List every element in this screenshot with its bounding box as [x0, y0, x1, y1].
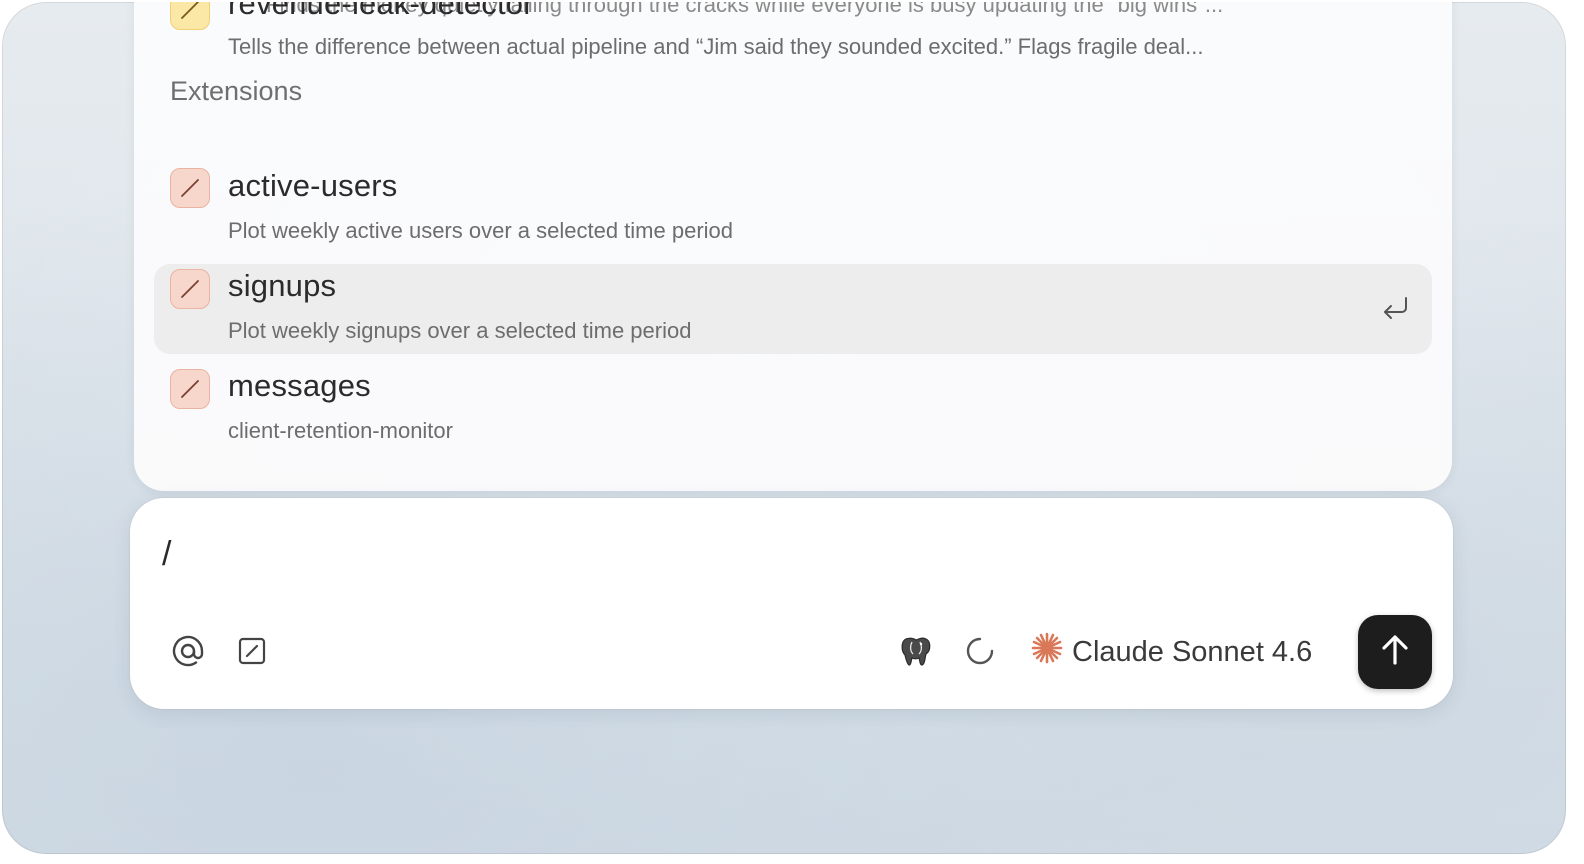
command-item-description: client-retention-monitor — [228, 418, 453, 443]
command-item-revenue-leak-detector[interactable]: revenue-leak-detector Tells the differen… — [154, 2, 1432, 82]
command-item-active-users[interactable]: active-users Plot weekly active users ov… — [154, 164, 1432, 254]
model-selector[interactable]: Claude Sonnet 4.6 — [1030, 632, 1312, 672]
claude-asterisk-icon — [1030, 631, 1064, 673]
command-item-description: Plot weekly signups over a selected time… — [228, 318, 692, 343]
command-palette: Finds the money quietly falling through … — [134, 2, 1452, 491]
app-window: Finds the money quietly falling through … — [2, 2, 1566, 854]
message-composer: Claude Sonnet 4.6 — [130, 498, 1453, 709]
slash-command-icon — [170, 2, 210, 30]
slash-command-icon — [170, 369, 210, 409]
model-name: Claude Sonnet 4.6 — [1072, 635, 1313, 668]
command-item-description: Plot weekly active users over a selected… — [228, 218, 734, 243]
command-item-title: revenue-leak-detector — [228, 2, 534, 21]
command-item-title: messages — [228, 368, 371, 403]
loading-spinner-icon[interactable] — [960, 631, 1000, 671]
at-mention-icon[interactable] — [168, 631, 208, 671]
postgres-elephant-icon[interactable] — [896, 631, 936, 671]
command-item-signups[interactable]: signups Plot weekly signups over a selec… — [154, 264, 1432, 354]
slash-command-icon — [170, 168, 210, 208]
command-item-title: signups — [228, 268, 337, 303]
command-item-description: Tells the difference between actual pipe… — [228, 34, 1204, 59]
arrow-up-icon — [1378, 633, 1412, 672]
command-item-messages[interactable]: messages client-retention-monitor — [154, 364, 1432, 454]
command-item-title: active-users — [228, 168, 398, 203]
send-button[interactable] — [1358, 615, 1432, 689]
section-label-extensions: Extensions — [170, 76, 303, 106]
message-input[interactable] — [160, 534, 1364, 575]
slash-command-icon — [170, 269, 210, 309]
enter-return-icon — [1380, 294, 1410, 322]
slash-command-icon[interactable] — [232, 631, 272, 671]
